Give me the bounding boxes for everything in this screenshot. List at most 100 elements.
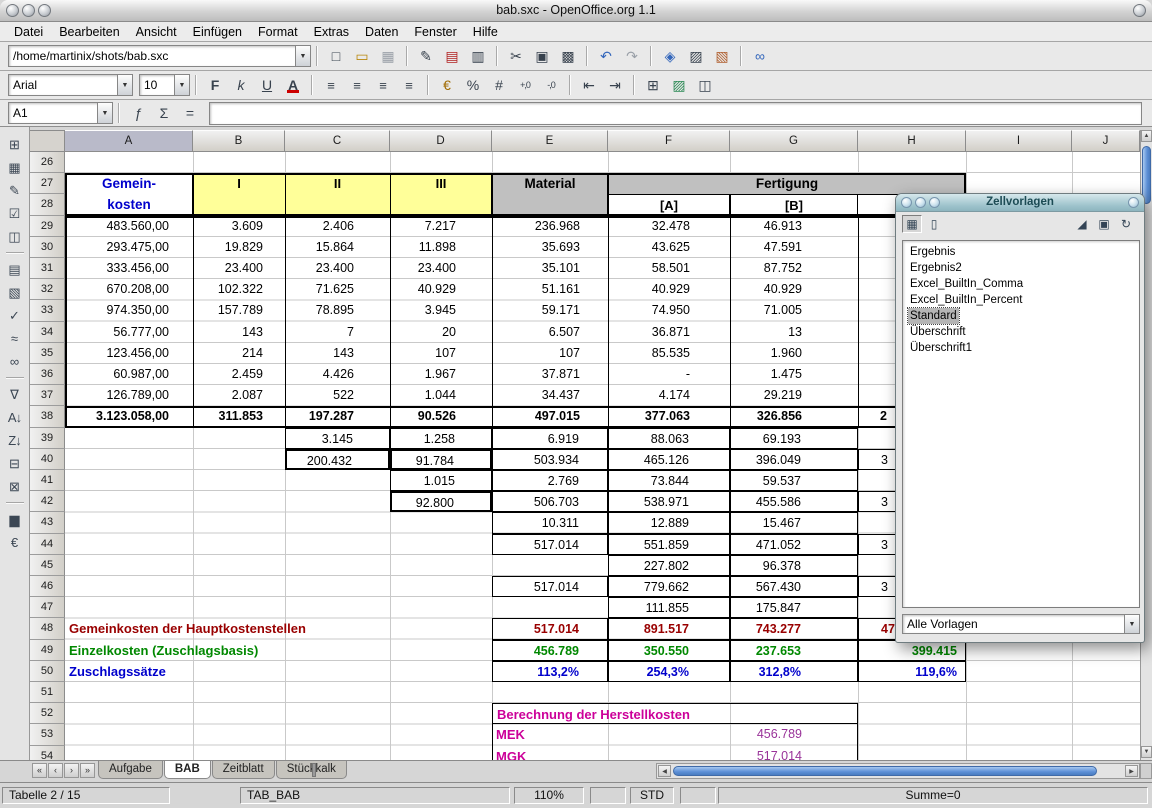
bold-button[interactable]: F [203, 74, 227, 96]
cell-E41[interactable]: 2.769 [492, 470, 608, 491]
add-decimal-icon[interactable]: +,0 [513, 74, 537, 96]
previous-sheet-button[interactable]: ‹ [48, 763, 63, 778]
style-list-item[interactable]: Excel_BuiltIn_Percent [903, 292, 1139, 308]
cell-E50[interactable]: 113,2% [492, 661, 608, 682]
cell-D33[interactable]: 3.945 [390, 300, 492, 321]
row-header-26[interactable]: 26 [30, 152, 65, 173]
stylist-close-button[interactable] [901, 197, 912, 208]
menu-hilfe[interactable]: Hilfe [465, 24, 506, 40]
cell-C30[interactable]: 15.864 [285, 237, 390, 258]
navigator-icon[interactable]: ◈ [658, 45, 682, 67]
cell-E34[interactable]: 6.507 [492, 322, 608, 343]
print-icon[interactable]: ▥ [466, 45, 490, 67]
row-header-47[interactable]: 47 [30, 597, 65, 618]
cell-D28[interactable] [390, 194, 492, 215]
cell-D31[interactable]: 23.400 [390, 258, 492, 279]
cell-E33[interactable]: 59.171 [492, 300, 608, 321]
cell-F48[interactable]: 891.517 [608, 618, 730, 639]
row-header-35[interactable]: 35 [30, 343, 65, 364]
cell-F31[interactable]: 58.501 [608, 258, 730, 279]
cell-F33[interactable]: 74.950 [608, 300, 730, 321]
column-header-A[interactable]: A [65, 130, 193, 152]
draw-functions-icon[interactable]: ✎ [3, 179, 27, 202]
currency-icon[interactable]: € [435, 74, 459, 96]
cell-E49[interactable]: 456.789 [492, 640, 608, 661]
cell-G31[interactable]: 87.752 [730, 258, 858, 279]
cell-G29[interactable]: 46.913 [730, 216, 858, 237]
tab-zeitblatt[interactable]: Zeitblatt [212, 761, 275, 779]
new-style-icon[interactable]: ▣ [1094, 215, 1114, 233]
cell-G28[interactable]: [B] [730, 194, 858, 215]
row-header-48[interactable]: 48 [30, 618, 65, 639]
cell-F30[interactable]: 43.625 [608, 237, 730, 258]
zoom-segment[interactable]: 110% [514, 787, 584, 804]
font-name-input[interactable] [9, 77, 117, 93]
style-list-item[interactable]: Überschrift1 [903, 340, 1139, 356]
cell-E28[interactable] [492, 194, 608, 215]
cell-A48[interactable]: Gemeinkosten der Hauptkostenstellen [65, 618, 492, 639]
cell-E42[interactable]: 506.703 [492, 491, 608, 512]
autofilter-icon[interactable]: ∇ [3, 383, 27, 406]
redo-icon[interactable]: ↷ [620, 45, 644, 67]
cell-G32[interactable]: 40.929 [730, 279, 858, 300]
scroll-right-arrow[interactable]: ▶ [1125, 765, 1138, 777]
cell-A37[interactable]: 126.789,00 [65, 385, 193, 406]
cell-E38[interactable]: 497.015 [492, 406, 608, 427]
italic-button[interactable]: k [229, 74, 253, 96]
cell-G48[interactable]: 743.277 [730, 618, 858, 639]
cell-G30[interactable]: 47.591 [730, 237, 858, 258]
row-header-40[interactable]: 40 [30, 449, 65, 470]
cell-C36[interactable]: 4.426 [285, 364, 390, 385]
row-header-44[interactable]: 44 [30, 534, 65, 555]
cell-D40[interactable]: 91.784 [390, 449, 492, 470]
cell-E40[interactable]: 503.934 [492, 449, 608, 470]
windowshade-button[interactable] [1133, 4, 1146, 17]
cell-E31[interactable]: 35.101 [492, 258, 608, 279]
cell-D34[interactable]: 20 [390, 322, 492, 343]
cell-A33[interactable]: 974.350,00 [65, 300, 193, 321]
row-header-38[interactable]: 38 [30, 406, 65, 427]
cell-D39[interactable]: 1.258 [390, 428, 492, 449]
insert-chart-icon[interactable]: ▆ [3, 508, 27, 531]
sort-ascending-icon[interactable]: A↓ [3, 406, 27, 429]
cell-G33[interactable]: 71.005 [730, 300, 858, 321]
row-header-46[interactable]: 46 [30, 576, 65, 597]
spellcheck-icon[interactable]: ✓ [3, 304, 27, 327]
cell-D30[interactable]: 11.898 [390, 237, 492, 258]
cell-F28[interactable]: [A] [608, 194, 730, 215]
font-name-dropdown-button[interactable]: ▼ [117, 75, 132, 95]
cell-E44[interactable]: 517.014 [492, 534, 608, 555]
cell-D35[interactable]: 107 [390, 343, 492, 364]
cell-F36[interactable]: - [608, 364, 730, 385]
row-header-54[interactable]: 54 [30, 746, 65, 760]
column-header-I[interactable]: I [966, 130, 1072, 152]
find-replace-icon[interactable]: ∞ [3, 350, 27, 373]
menu-einfuegen[interactable]: Einfügen [185, 24, 250, 40]
autoformat-icon[interactable]: ▤ [3, 258, 27, 281]
cell-A31[interactable]: 333.456,00 [65, 258, 193, 279]
row-header-52[interactable]: 52 [30, 703, 65, 724]
column-header-H[interactable]: H [858, 130, 966, 152]
themes-icon[interactable]: ▧ [3, 281, 27, 304]
align-justify-icon[interactable]: ≡ [397, 74, 421, 96]
remove-decimal-icon[interactable]: -,0 [539, 74, 563, 96]
row-header-49[interactable]: 49 [30, 640, 65, 661]
cell-C35[interactable]: 143 [285, 343, 390, 364]
cell-G50[interactable]: 312,8% [730, 661, 858, 682]
autospellcheck-icon[interactable]: ≈ [3, 327, 27, 350]
insert-icon[interactable]: ⊞ [3, 133, 27, 156]
menu-format[interactable]: Format [250, 24, 306, 40]
cell-G46[interactable]: 567.430 [730, 576, 858, 597]
cell-B36[interactable]: 2.459 [193, 364, 285, 385]
edit-file-icon[interactable]: ✎ [414, 45, 438, 67]
cell-align-icon[interactable]: ◫ [693, 74, 717, 96]
cell-D36[interactable]: 1.967 [390, 364, 492, 385]
menu-daten[interactable]: Daten [357, 24, 406, 40]
cell-E53[interactable]: MEK [492, 724, 608, 745]
cell-F44[interactable]: 551.859 [608, 534, 730, 555]
insert-cells-icon[interactable]: ▦ [3, 156, 27, 179]
align-center-icon[interactable]: ≡ [345, 74, 369, 96]
cell-G53[interactable]: 456.789 [730, 724, 858, 745]
form-functions-icon[interactable]: ☑ [3, 202, 27, 225]
font-size-input[interactable] [140, 77, 174, 93]
